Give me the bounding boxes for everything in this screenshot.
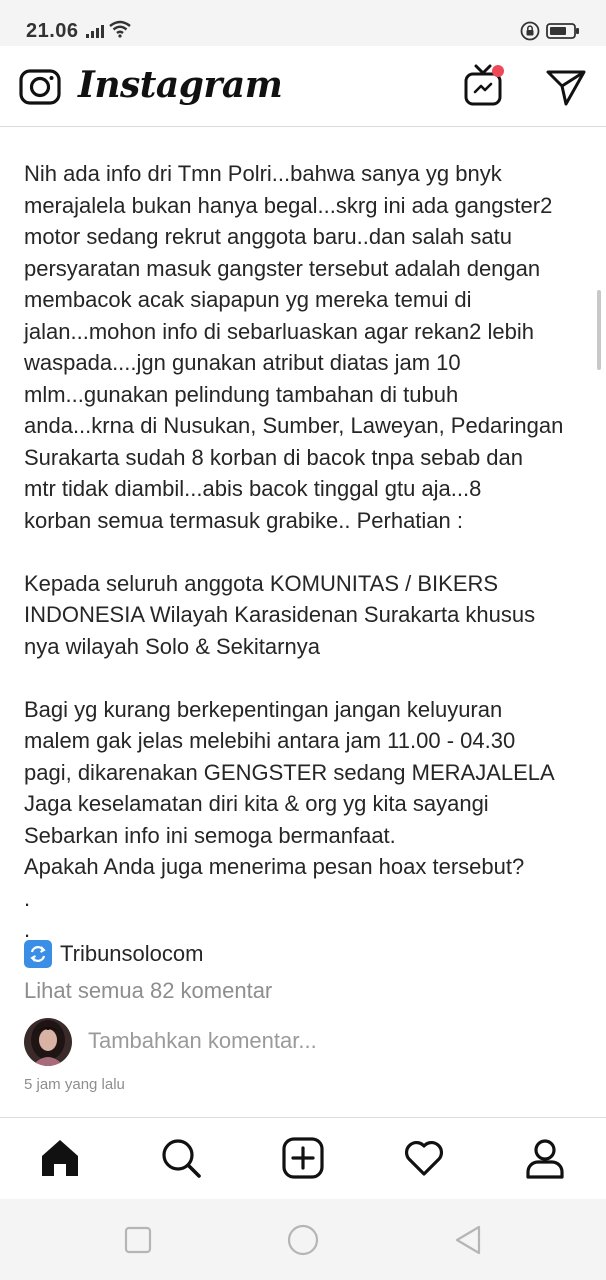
add-post-icon[interactable]: [281, 1136, 325, 1180]
battery-icon: [546, 23, 580, 44]
app-header: Instagram: [0, 46, 606, 127]
avatar[interactable]: [24, 1018, 72, 1066]
add-comment-input[interactable]: Tambahkan komentar...: [88, 1028, 317, 1054]
activity-heart-icon[interactable]: [402, 1136, 446, 1180]
search-icon[interactable]: [159, 1136, 203, 1180]
lock-rotation-icon: [520, 21, 540, 46]
bottom-navigation: [0, 1117, 606, 1200]
igtv-icon[interactable]: [462, 62, 508, 108]
profile-icon[interactable]: [523, 1136, 567, 1180]
signal-icon: [86, 25, 104, 43]
status-bar: 21.06: [0, 0, 606, 46]
back-triangle-icon[interactable]: [451, 1223, 485, 1257]
repost-source: Tribunsolocom: [60, 941, 204, 966]
system-navigation-bar: [0, 1199, 606, 1280]
repost-icon: [24, 940, 52, 968]
direct-message-icon[interactable]: [544, 66, 588, 106]
wifi-icon: [108, 20, 132, 43]
status-time: 21.06: [26, 20, 79, 42]
post-timestamp: 5 jam yang lalu: [24, 1076, 125, 1093]
igtv-notification-dot: [492, 65, 504, 77]
scrollbar[interactable]: [597, 290, 601, 370]
add-comment-row: Tambahkan komentar...: [24, 1018, 584, 1068]
home-circle-icon[interactable]: [286, 1223, 320, 1257]
camera-icon[interactable]: [18, 66, 62, 106]
post-caption: Nih ada info dri Tmn Polri...bahwa sanya…: [24, 161, 564, 942]
instagram-logo: Instagram: [78, 64, 283, 106]
recents-square-icon[interactable]: [121, 1223, 155, 1257]
view-all-comments-link[interactable]: Lihat semua 82 komentar: [24, 978, 272, 1004]
home-icon[interactable]: [38, 1136, 82, 1180]
repost-credit[interactable]: Tribunsolocom: [24, 938, 203, 970]
